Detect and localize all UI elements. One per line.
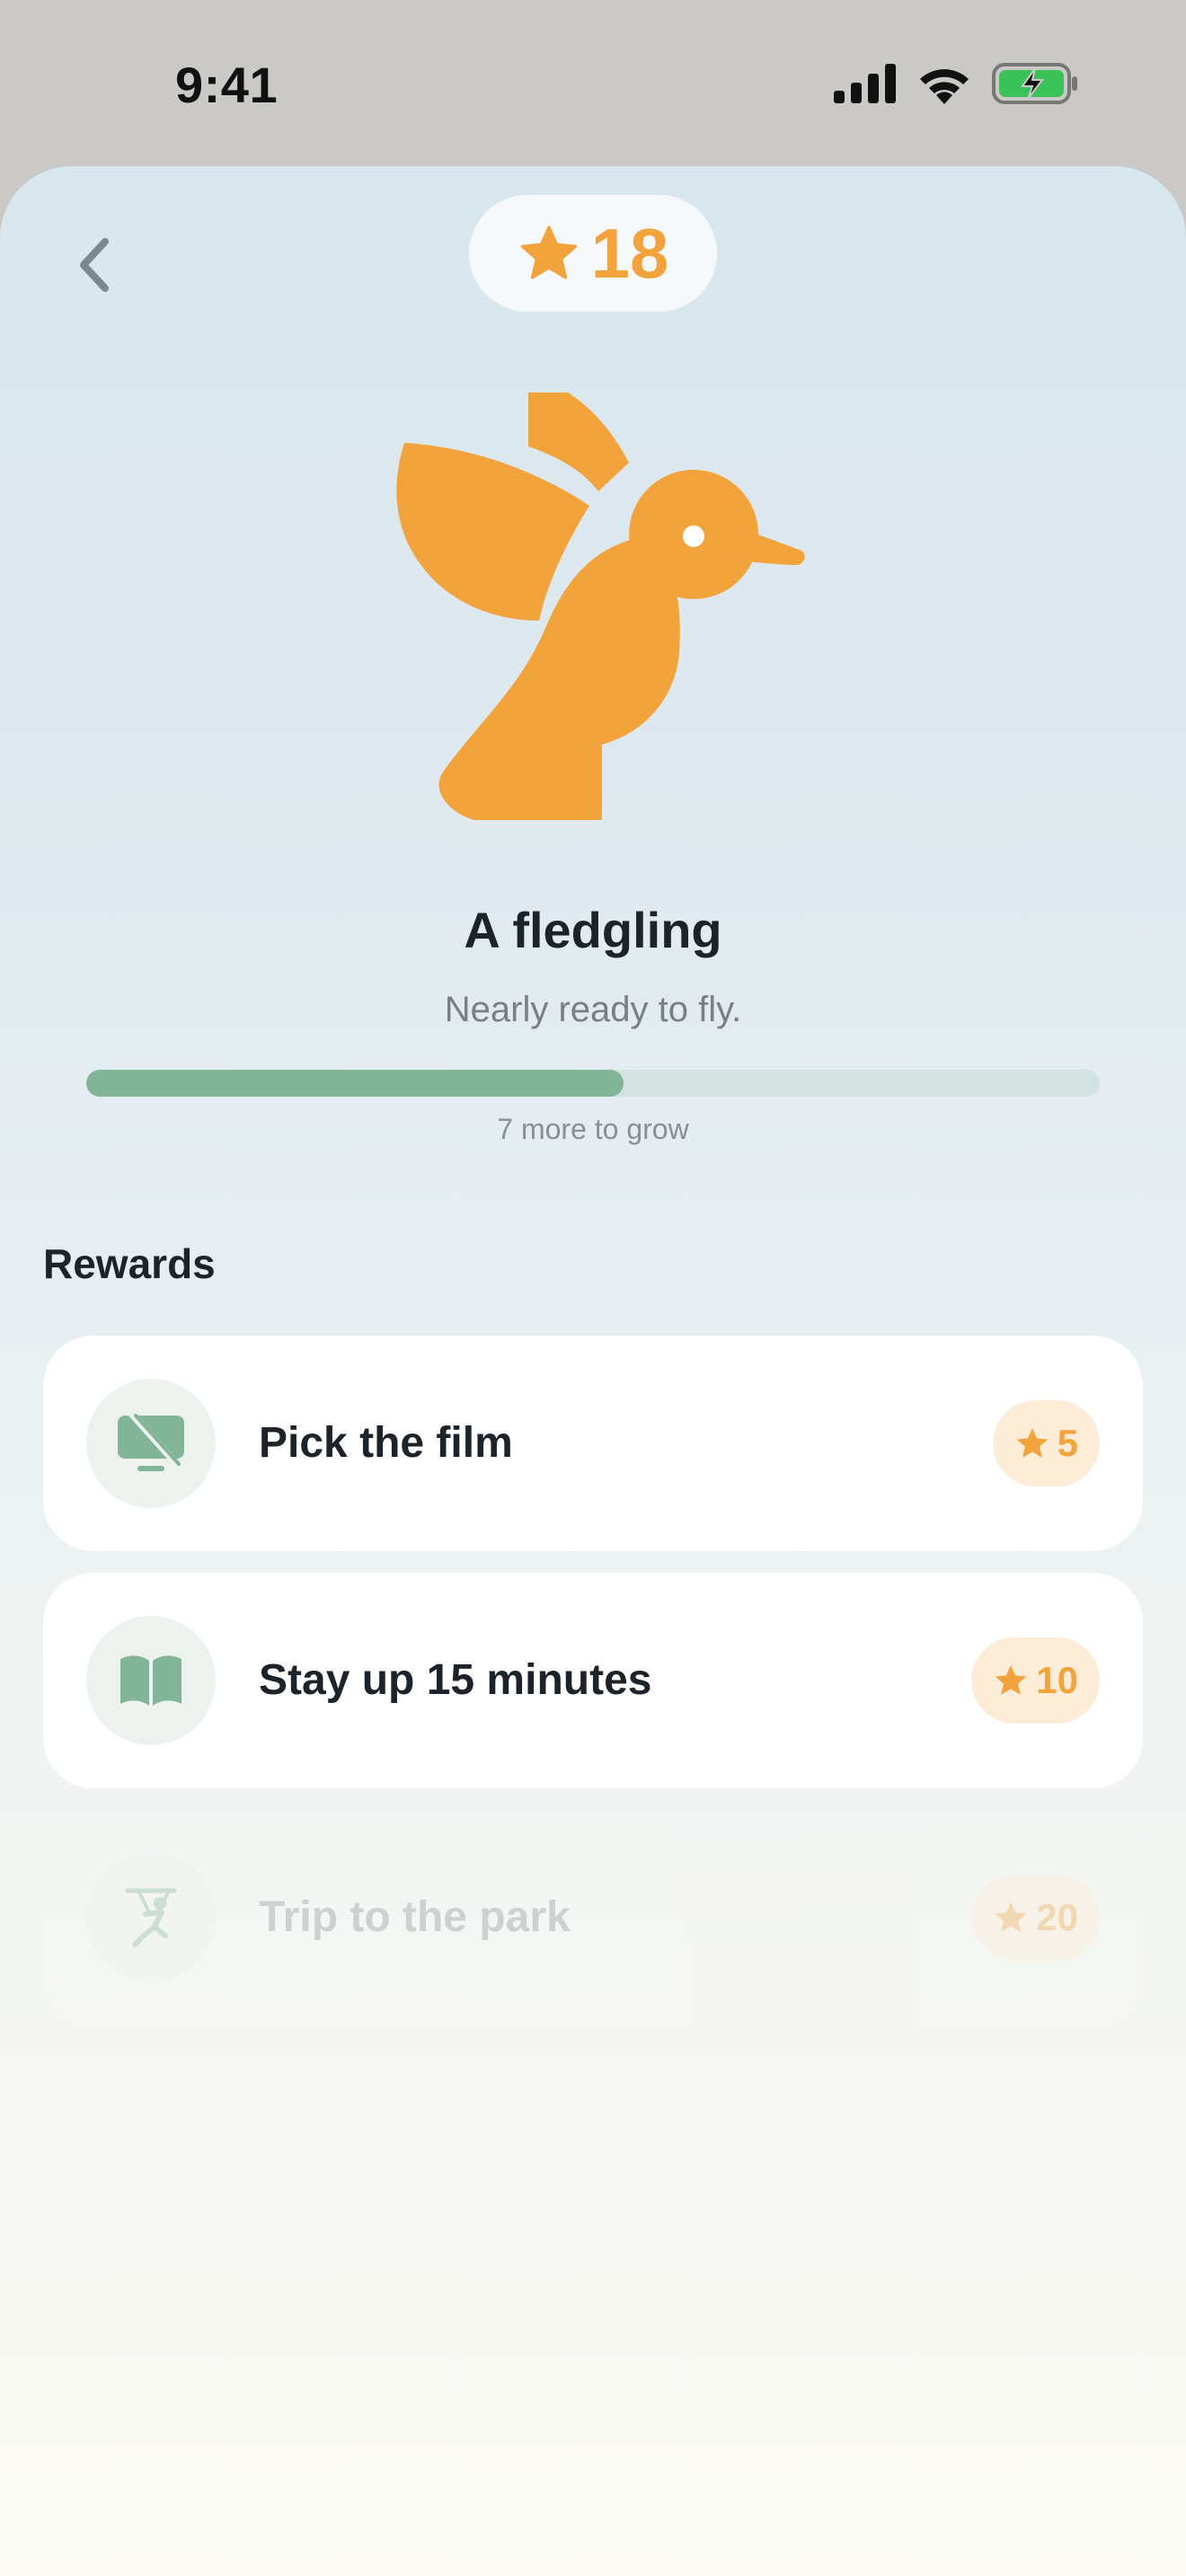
star-balance: 18: [469, 195, 717, 312]
star-icon: [995, 1665, 1027, 1695]
main-sheet: 18 A fledgling Nearly ready to fly. 7 mo…: [0, 166, 1186, 2576]
chevron-left-icon: [80, 238, 109, 292]
status-bar: 9:41: [0, 0, 1186, 171]
back-button[interactable]: [63, 220, 126, 310]
reward-cost: 20: [1036, 1896, 1078, 1938]
rewards-section-title: Rewards: [43, 1240, 216, 1287]
wifi-icon: [920, 69, 969, 104]
reward-card-stay-up[interactable]: Stay up 15 minutes 10: [43, 1573, 1143, 1788]
status-time: 9:41: [175, 57, 279, 113]
reward-cost: 5: [1057, 1422, 1078, 1464]
reward-icon-container: [86, 1853, 216, 1982]
creature-subtitle: Nearly ready to fly.: [444, 990, 742, 1029]
reward-cost-badge: 20: [971, 1875, 1100, 1961]
reward-label: Stay up 15 minutes: [259, 1656, 652, 1704]
reward-cost-badge: 5: [992, 1400, 1100, 1486]
star-icon: [520, 225, 577, 279]
star-count: 18: [590, 213, 669, 293]
creature-title: A fledgling: [464, 902, 722, 958]
fledgling-bird-icon: [396, 393, 805, 820]
reward-cost: 10: [1036, 1659, 1078, 1701]
reward-card-trip-to-park[interactable]: Trip to the park 20: [43, 1810, 1143, 2025]
reward-card-pick-the-film[interactable]: Pick the film 5: [43, 1336, 1143, 1551]
reward-icon-container: [86, 1379, 216, 1508]
growth-progress-bar: [86, 1070, 1100, 1097]
star-icon: [995, 1902, 1027, 1932]
tv-off-icon: [118, 1414, 184, 1471]
growth-progress-fill: [86, 1070, 624, 1097]
swing-icon: [125, 1888, 177, 1947]
reward-label: Pick the film: [259, 1419, 513, 1467]
star-icon: [1016, 1428, 1048, 1458]
reward-icon-container: [86, 1616, 216, 1745]
reward-cost-badge: 10: [971, 1637, 1100, 1724]
progress-note: 7 more to grow: [497, 1113, 689, 1145]
status-icons: [834, 63, 1078, 104]
signal-icon: [834, 64, 896, 103]
battery-charging-icon: [992, 63, 1077, 104]
reward-label: Trip to the park: [259, 1893, 571, 1941]
book-icon: [120, 1655, 181, 1706]
